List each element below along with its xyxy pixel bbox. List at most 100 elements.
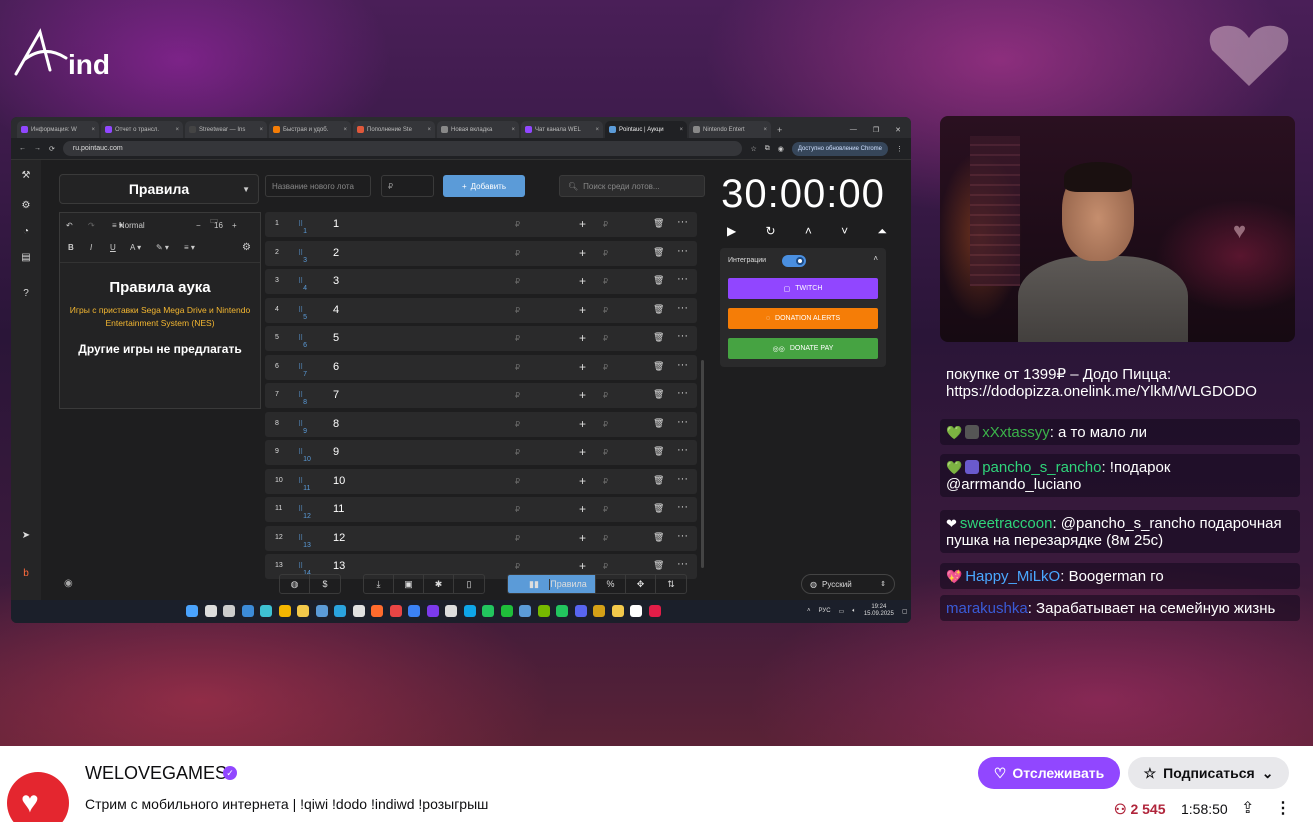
chat-username[interactable]: sweetraccoon — [960, 515, 1053, 532]
lot-amount[interactable]: ₽ — [515, 249, 520, 258]
lot-add-amount[interactable]: ₽ — [603, 277, 608, 286]
trash-icon[interactable]: 🗑︎ — [653, 332, 664, 343]
browser-tab[interactable]: Streetwear — Ins × — [185, 121, 267, 138]
lot-row[interactable]: 10 ⠿ 11 10 ₽ + ₽ 🗑︎ ··· — [265, 468, 697, 494]
chevron-up-icon[interactable]: ˄ — [873, 254, 878, 263]
browser-tab[interactable]: Отчет о трансл. × — [101, 121, 183, 138]
double-up-icon[interactable]: ⏶ — [877, 224, 887, 239]
stream-video[interactable]: ind Информация: W × Отчет о трансл. × Street… — [0, 0, 1313, 746]
add-amount-icon[interactable]: + — [579, 274, 586, 288]
more-icon[interactable]: ··· — [677, 387, 688, 399]
donation-alerts-button[interactable]: ◌ DONATION ALERTS — [728, 308, 878, 329]
clock[interactable]: 19:24 15.09.2025 — [864, 604, 894, 618]
add-amount-icon[interactable]: + — [579, 474, 586, 488]
lot-add-amount[interactable]: ₽ — [603, 306, 608, 315]
more-icon[interactable]: ··· — [677, 501, 688, 513]
lot-amount[interactable]: ₽ — [515, 391, 520, 400]
new-tab-icon[interactable]: + — [773, 125, 788, 138]
percent-icon[interactable]: % — [596, 575, 626, 593]
trash-icon[interactable]: 🗑︎ — [653, 532, 664, 543]
lot-name[interactable]: 6 — [333, 361, 339, 373]
help-icon[interactable]: ? — [20, 288, 32, 300]
lot-add-amount[interactable]: ₽ — [603, 505, 608, 514]
more-icon[interactable]: ··· — [677, 530, 688, 542]
browser-tab[interactable]: Быстрая и удоб. × — [269, 121, 351, 138]
add-amount-icon[interactable]: + — [579, 331, 586, 345]
lot-amount[interactable]: ₽ — [515, 477, 520, 486]
auction-icon[interactable]: ⚒ — [20, 170, 32, 182]
undo-icon[interactable]: ↶ — [66, 221, 73, 230]
close-icon[interactable]: × — [511, 127, 515, 133]
lot-amount[interactable]: ₽ — [515, 448, 520, 457]
add-amount-icon[interactable]: + — [579, 388, 586, 402]
bug-icon[interactable]: ✱ — [424, 575, 454, 593]
language-select[interactable]: ◍ Русский ⇕ — [801, 574, 895, 594]
taskbar-app-icon[interactable] — [260, 605, 272, 617]
more-icon[interactable]: ··· — [677, 330, 688, 342]
rules-editor[interactable]: ↶ ↷ ≡ Normal ▾ − 16 + B I U A ▾ ✎ ▾ ≡ ▾ … — [59, 212, 261, 409]
lot-name[interactable]: 10 — [333, 475, 345, 487]
lot-row[interactable]: 5 ⠿ 6 5 ₽ + ₽ 🗑︎ ··· — [265, 326, 697, 351]
github-icon[interactable]: ◍ — [280, 575, 310, 593]
trash-icon[interactable]: 🗑︎ — [653, 304, 664, 315]
volume-icon[interactable]: 🔈︎ — [852, 608, 856, 615]
add-amount-icon[interactable]: + — [579, 246, 586, 260]
taskbar-app-icon[interactable] — [223, 605, 235, 617]
telegram-icon[interactable]: ➤ — [20, 530, 32, 542]
play-icon[interactable]: ▶ — [727, 224, 736, 239]
redo-icon[interactable]: ↷ — [88, 221, 95, 230]
trash-icon[interactable]: 🗑︎ — [653, 275, 664, 286]
taskbar-app-icon[interactable] — [630, 605, 642, 617]
browser-tab[interactable]: Пополнение Ste × — [353, 121, 435, 138]
lot-add-amount[interactable]: ₽ — [603, 420, 608, 429]
channel-name[interactable]: WELOVEGAMES — [85, 763, 227, 784]
follow-button[interactable]: ♡ Отслеживать — [978, 757, 1120, 789]
lot-search-input[interactable]: 🔍︎ Поиск среди лотов... — [559, 175, 705, 197]
lot-amount[interactable]: ₽ — [515, 363, 520, 372]
taskbar-app-icon[interactable] — [463, 605, 476, 617]
taskbar-app-icon[interactable] — [500, 605, 513, 617]
add-amount-icon[interactable]: + — [579, 502, 586, 516]
more-icon[interactable]: ··· — [677, 273, 688, 285]
reload-icon[interactable]: ⟳ — [49, 145, 55, 153]
more-icon[interactable]: ··· — [677, 444, 688, 456]
font-size-field[interactable]: 16 — [210, 219, 223, 230]
more-icon[interactable]: ··· — [677, 245, 688, 257]
rules-view-button[interactable]: ▮▮ Правила — [508, 575, 596, 593]
close-window-icon[interactable]: ✕ — [895, 126, 901, 134]
close-icon[interactable]: × — [763, 127, 767, 133]
trash-icon[interactable]: 🗑︎ — [653, 361, 664, 372]
taskbar-app-icon[interactable] — [352, 605, 365, 617]
close-icon[interactable]: × — [259, 127, 263, 133]
taskbar-app-icon[interactable] — [556, 605, 568, 617]
lot-add-amount[interactable]: ₽ — [603, 391, 608, 400]
lot-add-amount[interactable]: ₽ — [603, 534, 608, 543]
lot-list-scrollbar[interactable] — [701, 360, 704, 568]
star-icon[interactable]: ☆ — [750, 145, 756, 153]
lot-add-amount[interactable]: ₽ — [603, 363, 608, 372]
taskbar-app-icon[interactable] — [482, 605, 494, 617]
rules-select[interactable]: Правила ▼ — [59, 174, 259, 204]
chat-username[interactable]: marakushka — [946, 600, 1028, 617]
trash-icon[interactable]: 🗑︎ — [653, 218, 664, 229]
lot-row[interactable]: 2 ⠿ 3 2 ₽ + ₽ 🗑︎ ··· — [265, 240, 697, 266]
lot-row[interactable]: 7 ⠿ 8 7 ₽ + ₽ 🗑︎ ··· — [265, 383, 697, 408]
taskbar-app-icon[interactable] — [389, 605, 402, 617]
forward-icon[interactable]: → — [34, 145, 41, 152]
taskbar-app-icon[interactable] — [297, 605, 309, 617]
donate-pay-button[interactable]: ◎◎ DONATE PAY — [728, 338, 878, 359]
lot-amount[interactable]: ₽ — [515, 277, 520, 286]
gear-icon[interactable]: ⚙ — [242, 242, 251, 253]
profile-icon[interactable]: ◉ — [778, 145, 784, 153]
url-field[interactable]: ru.pointauc.com — [62, 141, 743, 156]
close-icon[interactable]: × — [343, 127, 347, 133]
add-amount-icon[interactable]: + — [579, 360, 586, 374]
restore-icon[interactable]: ❐ — [873, 126, 879, 134]
italic-icon[interactable]: I — [90, 243, 92, 252]
taskbar-app-icon[interactable] — [371, 605, 383, 617]
lot-name[interactable]: 8 — [333, 418, 339, 430]
notifications-icon[interactable]: ▢ — [902, 608, 908, 615]
lot-amount[interactable]: ₽ — [515, 420, 520, 429]
lot-add-amount[interactable]: ₽ — [603, 249, 608, 258]
wheel-icon[interactable]: ◔ — [20, 226, 32, 238]
